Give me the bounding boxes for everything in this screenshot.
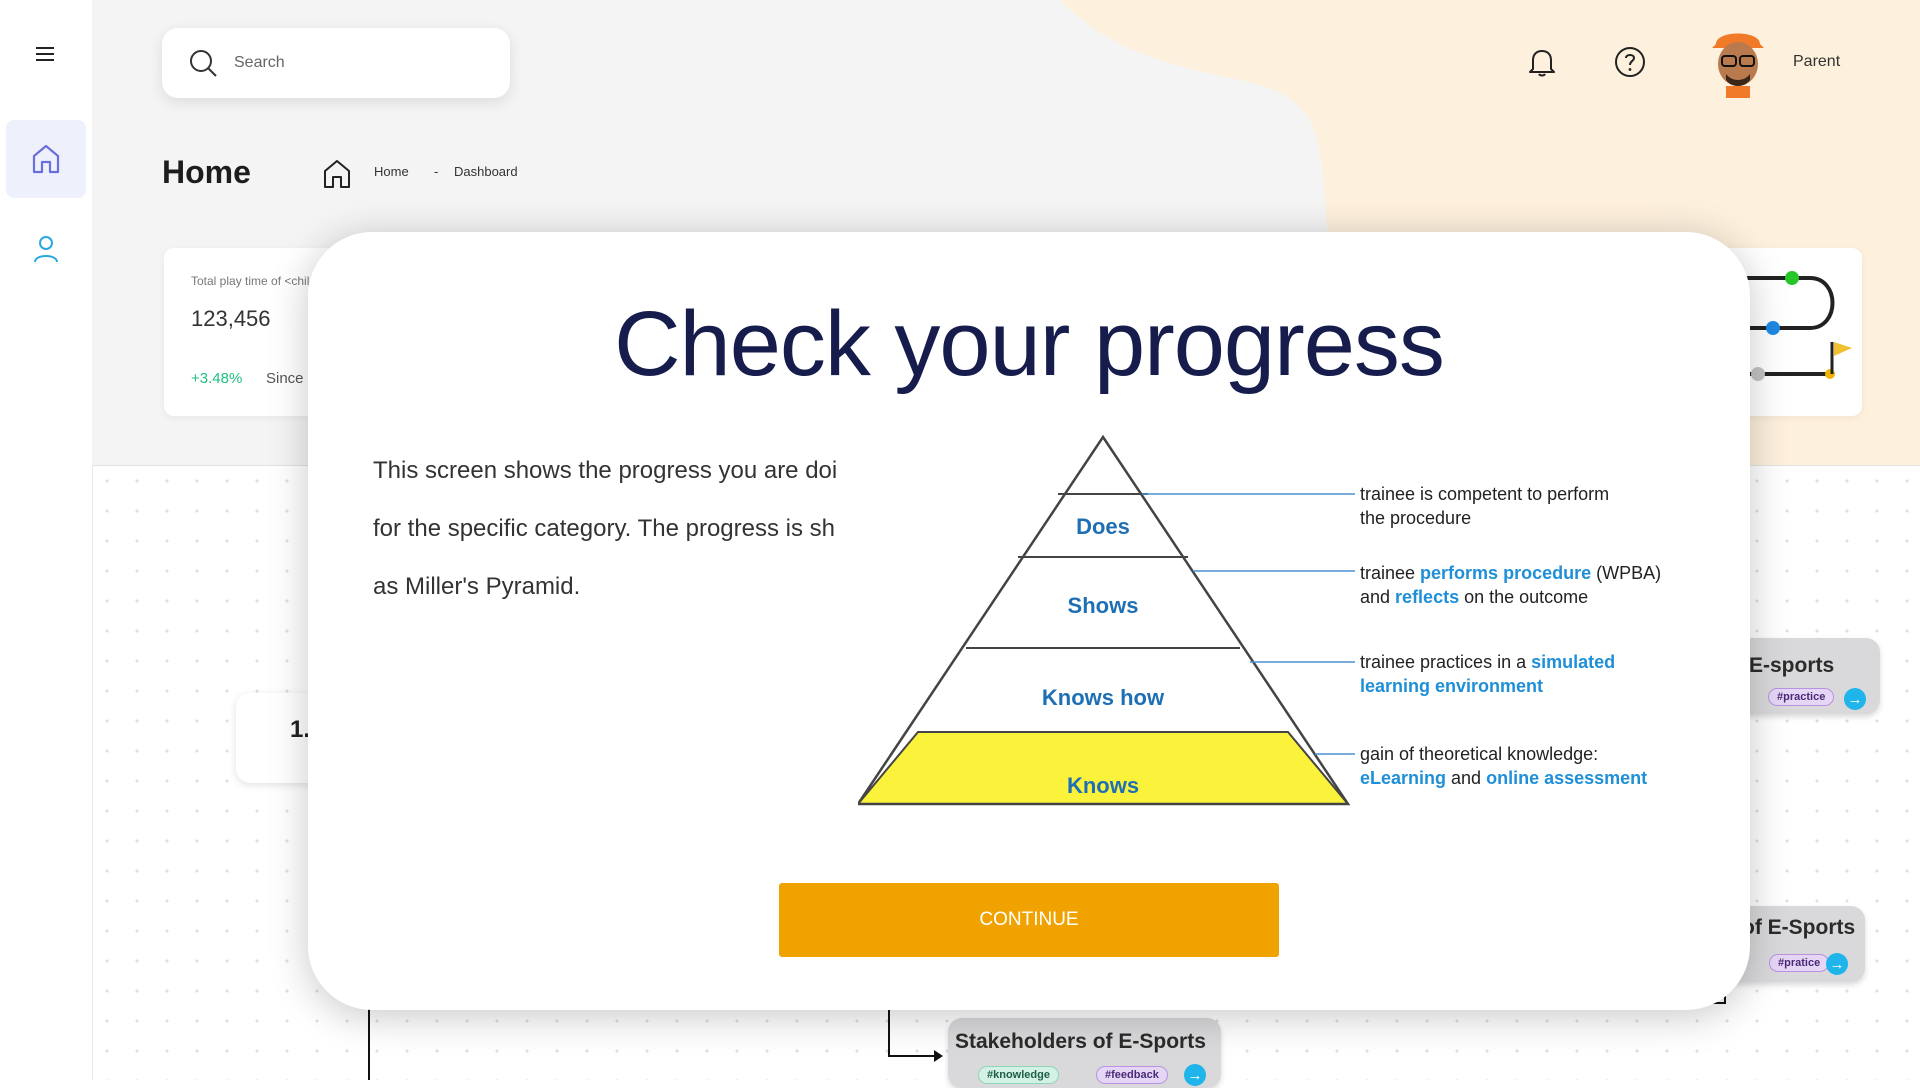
search-input[interactable]: Search [234, 54, 285, 72]
bell-icon [1529, 50, 1555, 77]
level-does: Does [1076, 514, 1130, 539]
breadcrumb-separator: - [434, 164, 439, 179]
sidebar-item-profile[interactable] [6, 210, 86, 288]
search-bar[interactable]: Search [162, 28, 510, 98]
stat-change: +3.48% [191, 370, 243, 387]
tag-pratice: #pratice [1769, 954, 1830, 972]
tag-knowledge: #knowledge [978, 1066, 1059, 1084]
desc-text: trainee [1360, 563, 1420, 583]
desc-knows-how-1: trainee practices in a simulated [1360, 652, 1615, 672]
level-shows: Shows [1068, 593, 1139, 618]
notifications-button[interactable] [1524, 44, 1560, 80]
description-line: This screen shows the progress you are d… [373, 457, 838, 484]
stat-since: Since [266, 370, 304, 387]
step-number: 1. [290, 716, 311, 743]
breadcrumb-dashboard[interactable]: Dashboard [454, 164, 518, 179]
menu-button[interactable] [6, 18, 86, 90]
progress-modal: Check your progress This screen shows th… [308, 232, 1750, 1010]
go-arrow-icon[interactable]: → [1184, 1064, 1206, 1086]
user-label[interactable]: Parent [1793, 53, 1840, 71]
desc-knows-2: eLearning and online assessment [1360, 768, 1647, 788]
desc-shows-1: trainee performs procedure (WPBA) [1360, 563, 1661, 583]
desc-highlight: performs procedure [1420, 563, 1591, 583]
desc-highlight: eLearning [1360, 768, 1446, 788]
connector-arrow [934, 1050, 943, 1062]
card-title-esports: E-sports [1749, 654, 1835, 677]
sidebar-item-home[interactable] [6, 120, 86, 198]
desc-text: and [1446, 768, 1486, 788]
modal-description: This screen shows the progress you are d… [373, 442, 853, 616]
home-icon [32, 144, 60, 174]
connector-line [888, 1055, 938, 1057]
go-arrow-icon[interactable]: → [1826, 953, 1848, 975]
user-icon [34, 236, 58, 263]
help-icon [1615, 47, 1645, 77]
continue-button[interactable]: CONTINUE [779, 883, 1279, 957]
desc-does-2: the procedure [1360, 508, 1471, 528]
millers-pyramid: Does Shows Knows how Knows trainee is co… [858, 434, 1661, 806]
page-title: Home [162, 154, 251, 190]
breadcrumb-home-icon[interactable] [322, 158, 352, 190]
tag-feedback: #feedback [1096, 1066, 1168, 1084]
desc-text: on the outcome [1459, 587, 1588, 607]
desc-knows-how-2: learning environment [1360, 676, 1543, 696]
hamburger-icon [36, 47, 54, 61]
modal-title: Check your progress [614, 293, 1445, 395]
go-arrow-icon[interactable]: → [1844, 688, 1866, 710]
desc-does-1: trainee is competent to perform [1360, 484, 1609, 504]
help-button[interactable] [1612, 44, 1648, 80]
level-knows-how: Knows how [1042, 685, 1165, 710]
stat-label: Total play time of <child [191, 274, 317, 288]
description-line: as Miller's Pyramid. [373, 573, 581, 600]
avatar-icon [1712, 33, 1764, 98]
desc-text: and [1360, 587, 1395, 607]
stat-value: 123,456 [191, 306, 271, 331]
desc-text: trainee practices in a [1360, 652, 1531, 672]
desc-highlight: reflects [1395, 587, 1459, 607]
desc-shows-2: and reflects on the outcome [1360, 587, 1588, 607]
desc-highlight: online assessment [1486, 768, 1647, 788]
sidebar [0, 0, 93, 1080]
desc-knows-1: gain of theoretical knowledge: [1360, 744, 1598, 764]
breadcrumb-home[interactable]: Home [374, 164, 409, 179]
level-knows: Knows [1067, 773, 1139, 798]
description-line: for the specific category. The progress … [373, 515, 835, 542]
avatar[interactable] [1706, 24, 1770, 98]
desc-highlight: simulated [1531, 652, 1615, 672]
tag-practice: #practice [1768, 688, 1835, 706]
card-title-stakeholders: Stakeholders of E-Sports [955, 1030, 1206, 1053]
card-title-of-esports: of E-Sports [1742, 916, 1856, 939]
desc-text: (WPBA) [1591, 563, 1661, 583]
search-icon [190, 50, 217, 77]
